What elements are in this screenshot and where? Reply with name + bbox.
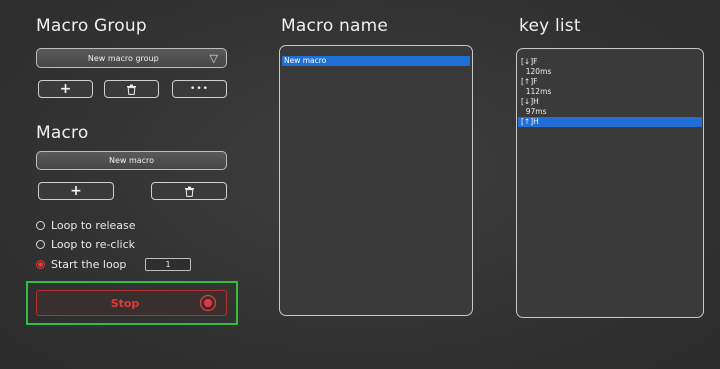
macro-group-dropdown-value: New macro group (87, 53, 159, 63)
loop-to-reclick-label: Loop to re-click (51, 238, 136, 251)
loop-to-reclick-option[interactable]: Loop to re-click (36, 238, 135, 251)
key-list[interactable]: [↓]F 120ms [↑]F 112ms [↓]H 97ms [↑]H (516, 48, 704, 318)
radio-icon (36, 221, 45, 230)
macro-name-list[interactable]: New macro (279, 45, 473, 316)
delete-group-button[interactable] (104, 80, 159, 98)
macro-list-item[interactable]: New macro (282, 56, 470, 66)
trash-icon (184, 186, 194, 197)
key-list-entry-selected[interactable]: [↑]H (518, 117, 702, 127)
plus-icon: + (59, 81, 72, 97)
radio-icon (36, 240, 45, 249)
add-group-button[interactable]: + (38, 80, 93, 98)
radio-selected-icon (36, 260, 45, 269)
more-options-icon: ••• (190, 84, 209, 94)
key-list-entry[interactable]: 112ms (518, 87, 702, 97)
stop-button[interactable]: Stop (36, 290, 227, 316)
loop-to-release-label: Loop to release (51, 219, 136, 232)
macro-title: Macro (36, 123, 89, 143)
add-macro-button[interactable]: + (38, 182, 114, 200)
plus-icon: + (70, 183, 82, 199)
start-the-loop-label: Start the loop (51, 258, 127, 271)
triangle-down-icon: ▽ (209, 51, 218, 65)
macro-group-dropdown[interactable]: New macro group ▽ (36, 48, 227, 68)
key-list-entry[interactable]: 120ms (518, 67, 702, 77)
key-list-entry[interactable]: [↓]F (518, 57, 702, 67)
key-list-entry[interactable]: [↓]H (518, 97, 702, 107)
record-stop-icon (199, 294, 217, 312)
macro-group-title: Macro Group (36, 16, 147, 36)
loop-to-release-option[interactable]: Loop to release (36, 219, 136, 232)
macro-name-title: Macro name (281, 16, 389, 36)
key-list-entry[interactable]: [↑]F (518, 77, 702, 87)
macro-name-field-value: New macro (108, 156, 155, 165)
macro-name-field[interactable]: New macro (36, 151, 227, 170)
loop-count-input[interactable]: 1 (145, 258, 191, 271)
trash-icon (127, 84, 136, 95)
stop-button-label: Stop (110, 296, 140, 310)
start-the-loop-option[interactable]: Start the loop (36, 258, 126, 271)
key-list-title: key list (519, 16, 581, 36)
more-options-button[interactable]: ••• (172, 80, 227, 98)
key-list-entry[interactable]: 97ms (518, 107, 702, 117)
delete-macro-button[interactable] (151, 182, 227, 200)
